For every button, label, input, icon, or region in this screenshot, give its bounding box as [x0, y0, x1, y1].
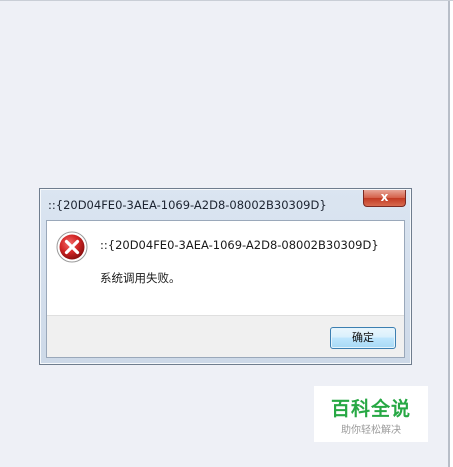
close-button[interactable]: x — [363, 190, 406, 207]
top-divider — [0, 0, 453, 1]
error-icon — [56, 231, 88, 263]
watermark-badge: 百科全说 助你轻松解决 — [314, 386, 428, 442]
error-detail: 系统调用失败。 — [100, 271, 181, 285]
ok-button[interactable]: 确定 — [330, 327, 396, 349]
error-message: ::{20D04FE0-3AEA-1069-A2D8-08002B30309D} — [100, 238, 379, 252]
watermark-subtitle: 助你轻松解决 — [341, 425, 401, 436]
close-icon: x — [380, 190, 389, 204]
dialog-body: ::{20D04FE0-3AEA-1069-A2D8-08002B30309D}… — [46, 220, 405, 358]
dialog-titlebar[interactable]: ::{20D04FE0-3AEA-1069-A2D8-08002B30309D}… — [40, 189, 411, 220]
error-dialog: ::{20D04FE0-3AEA-1069-A2D8-08002B30309D}… — [39, 188, 412, 365]
watermark-title: 百科全说 — [330, 398, 411, 420]
dialog-title: ::{20D04FE0-3AEA-1069-A2D8-08002B30309D} — [48, 198, 327, 212]
message-area: ::{20D04FE0-3AEA-1069-A2D8-08002B30309D}… — [47, 221, 404, 318]
button-bar: 确定 — [47, 315, 404, 357]
